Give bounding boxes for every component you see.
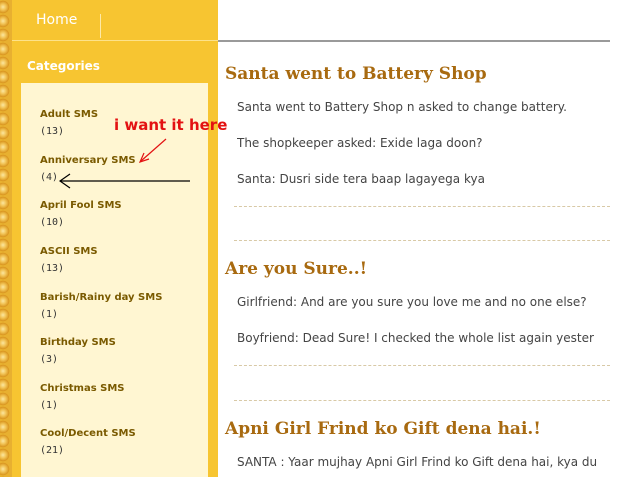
post-text: Santa: Dusri side tera baap lagayega kya: [237, 172, 485, 186]
post-separator: [234, 365, 610, 366]
post-title[interactable]: Santa went to Battery Shop: [225, 64, 487, 84]
post-text: Girlfriend: And are you sure you love me…: [237, 295, 587, 309]
category-item: Cool/Decent SMS (21): [40, 428, 136, 456]
nav-home-link[interactable]: Home: [36, 12, 77, 28]
post-text: Boyfriend: Dead Sure! I checked the whol…: [237, 331, 594, 345]
category-link[interactable]: Anniversary SMS: [40, 155, 136, 166]
category-count: (21): [40, 445, 65, 456]
category-count: (10): [40, 217, 65, 228]
category-count: (13): [40, 263, 65, 274]
category-item: April Fool SMS (10): [40, 200, 122, 228]
category-count: (1): [40, 400, 59, 411]
category-link[interactable]: Adult SMS: [40, 109, 98, 120]
category-list: Adult SMS (13) Anniversary SMS (4) April…: [21, 83, 208, 477]
sidebar: Home Categories Adult SMS (13) Anniversa…: [12, 0, 218, 477]
annotation-text: i want it here: [114, 116, 228, 134]
post-separator: [234, 400, 610, 401]
nav-separator: [100, 14, 101, 38]
header-divider: [218, 40, 610, 42]
post-text: The shopkeeper asked: Exide laga doon?: [237, 136, 483, 150]
category-item: Adult SMS (13): [40, 109, 98, 137]
category-link[interactable]: ASCII SMS: [40, 246, 98, 257]
decorative-bubble-border: [0, 0, 12, 477]
post-text: Santa went to Battery Shop n asked to ch…: [237, 100, 567, 114]
category-item: ASCII SMS (13): [40, 246, 98, 274]
category-count: (13): [40, 126, 65, 137]
post-separator: [234, 206, 610, 207]
categories-heading: Categories: [27, 59, 100, 73]
category-link[interactable]: Birthday SMS: [40, 337, 116, 348]
category-link[interactable]: Christmas SMS: [40, 383, 125, 394]
category-item: Christmas SMS (1): [40, 383, 125, 411]
top-nav: Home: [12, 0, 218, 41]
category-count: (3): [40, 354, 59, 365]
category-count: (4): [40, 172, 59, 183]
category-link[interactable]: Barish/Rainy day SMS: [40, 292, 162, 303]
category-count: (1): [40, 309, 59, 320]
post-title[interactable]: Are you Sure..!: [225, 259, 367, 279]
category-item: Barish/Rainy day SMS (1): [40, 292, 162, 320]
category-item: Anniversary SMS (4): [40, 155, 136, 183]
post-separator: [234, 240, 610, 241]
category-link[interactable]: April Fool SMS: [40, 200, 122, 211]
post-title[interactable]: Apni Girl Frind ko Gift dena hai.!: [225, 419, 541, 439]
post-text: SANTA : Yaar mujhay Apni Girl Frind ko G…: [237, 455, 598, 469]
category-link[interactable]: Cool/Decent SMS: [40, 428, 136, 439]
category-item: Birthday SMS (3): [40, 337, 116, 365]
